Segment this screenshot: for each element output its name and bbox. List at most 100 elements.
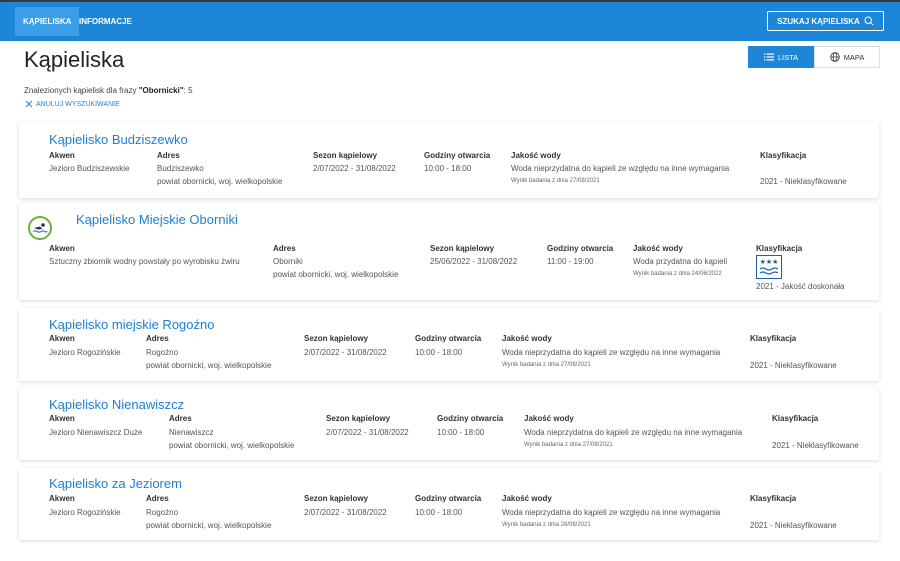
jakosc-label: Jakość wody (633, 244, 683, 253)
list-icon (763, 53, 774, 61)
klasyfikacja-value: 2021 - Nieklasyfikowane (750, 521, 837, 530)
godziny-label: Godziny otwarcia (547, 244, 614, 253)
wynik-badania: Wynik badania z dnia 28/08/2021 (502, 522, 591, 528)
adres-label: Adres (157, 151, 180, 160)
swimmer-icon (28, 216, 52, 240)
adres-label: Adres (169, 414, 192, 423)
akwen-label: Akwen (49, 244, 75, 253)
akwen-label: Akwen (49, 414, 75, 423)
klasyfikacja-label: Klasyfikacja (750, 494, 797, 503)
adres-line2: powiat obornicki, woj. wielkopolskie (273, 270, 399, 279)
godziny-label: Godziny otwarcia (415, 334, 482, 343)
jakosc-value: Woda nieprzydatna do kąpieli ze względu … (524, 428, 743, 437)
view-list-label: LISTA (777, 52, 799, 62)
jakosc-label: Jakość wody (511, 151, 561, 160)
wynik-badania: Wynik badania z dnia 27/08/2021 (511, 178, 600, 184)
card-title[interactable]: Kąpielisko Nienawiszcz (49, 397, 184, 412)
godziny-label: Godziny otwarcia (424, 151, 491, 160)
sezon-label: Sezon kąpielowy (304, 494, 369, 503)
bathing-site-card: Kąpielisko Miejskie Oborniki Akwen Sztuc… (19, 203, 879, 300)
jakosc-value: Woda nieprzydatna do kąpieli ze względu … (511, 164, 730, 173)
adres-label: Adres (273, 244, 296, 253)
cancel-search-link[interactable]: ANULUJ WYSZUKIWANIE (25, 100, 120, 108)
results-info: Znalezionych kąpielisk dla frazy "Oborni… (24, 86, 193, 95)
cancel-search-label: ANULUJ WYSZUKIWANIE (36, 100, 120, 108)
sezon-label: Sezon kąpielowy (326, 414, 391, 423)
sezon-label: Sezon kąpielowy (313, 151, 378, 160)
globe-icon (829, 52, 840, 62)
godziny-value: 10:00 - 18:00 (437, 428, 485, 437)
results-suffix: : 5 (183, 86, 193, 95)
results-prefix: Znalezionych kąpielisk dla frazy (24, 86, 139, 95)
sezon-value: 25/06/2022 - 31/08/2022 (430, 257, 518, 266)
sezon-label: Sezon kąpielowy (430, 244, 495, 253)
adres-line2: powiat obornicki, woj. wielkopolskie (146, 521, 272, 530)
godziny-label: Godziny otwarcia (415, 494, 482, 503)
adres-line1: Budziszewko (157, 164, 204, 173)
sezon-value: 2/07/2022 - 31/08/2022 (304, 508, 387, 517)
sezon-label: Sezon kąpielowy (304, 334, 369, 343)
view-list-button[interactable]: LISTA (748, 46, 814, 68)
akwen-value: Sztuczny zbiornik wodny powstały po wyro… (49, 257, 240, 266)
card-title[interactable]: Kąpielisko miejskie Rogoźno (49, 317, 214, 332)
jakosc-value: Woda nieprzydatna do kąpieli ze względu … (502, 508, 721, 517)
svg-text:★★★: ★★★ (760, 258, 779, 266)
sezon-value: 2/07/2022 - 31/08/2022 (313, 164, 396, 173)
wynik-badania: Wynik badania z dnia 27/08/2021 (524, 442, 613, 448)
view-map-button[interactable]: MAPA (814, 46, 880, 68)
search-button[interactable]: SZUKAJ KĄPIELISKA (767, 11, 884, 31)
klasyfikacja-label: Klasyfikacja (750, 334, 797, 343)
adres-line2: powiat obornicki, woj. wielkopolskie (146, 361, 272, 370)
adres-line2: powiat obornicki, woj. wielkopolskie (169, 441, 295, 450)
klasyfikacja-label: Klasyfikacja (760, 151, 807, 160)
top-nav-bar: KĄPIELISKA INFORMACJE SZUKAJ KĄPIELISKA (0, 0, 900, 41)
wynik-badania: Wynik badania z dnia 27/08/2021 (502, 362, 591, 368)
adres-line1: Nienawiszcz (169, 428, 214, 437)
adres-label: Adres (146, 494, 169, 503)
godziny-label: Godziny otwarcia (437, 414, 504, 423)
wynik-badania: Wynik badania z dnia 24/06/2022 (633, 271, 722, 277)
akwen-label: Akwen (49, 151, 75, 160)
excellent-quality-icon: ★★★ (756, 255, 782, 279)
results-query: "Obornicki" (138, 86, 184, 95)
page-title: Kąpieliska (24, 47, 125, 72)
akwen-label: Akwen (49, 334, 75, 343)
tab-kapieliska[interactable]: KĄPIELISKA (15, 7, 80, 36)
klasyfikacja-value: 2021 - Jakość doskonała (756, 282, 845, 291)
jakosc-label: Jakość wody (502, 334, 552, 343)
card-title[interactable]: Kąpielisko Miejskie Oborniki (76, 212, 238, 227)
bathing-site-card: Kąpielisko Nienawiszcz Akwen Jezioro Nie… (19, 388, 879, 460)
bathing-site-card: Kąpielisko miejskie Rogoźno Akwen Jezior… (19, 308, 879, 381)
sezon-value: 2/07/2022 - 31/08/2022 (326, 428, 409, 437)
adres-line1: Rogoźno (146, 348, 179, 357)
bathing-site-card: Kąpielisko Budziszewko Akwen Jezioro Bud… (19, 122, 879, 198)
close-icon (25, 100, 33, 108)
card-title[interactable]: Kąpielisko za Jeziorem (49, 476, 182, 491)
view-map-label: MAPA (843, 52, 865, 62)
jakosc-value: Woda przydatna do kąpieli (633, 257, 728, 266)
godziny-value: 10:00 - 18:00 (415, 348, 463, 357)
search-icon (864, 16, 874, 26)
akwen-label: Akwen (49, 494, 75, 503)
search-label: SZUKAJ KĄPIELISKA (777, 16, 860, 26)
klasyfikacja-value: 2021 - Nieklasyfikowane (760, 177, 847, 186)
tab-informacje[interactable]: INFORMACJE (71, 7, 140, 36)
adres-label: Adres (146, 334, 169, 343)
adres-line1: Rogoźno (146, 508, 179, 517)
card-title[interactable]: Kąpielisko Budziszewko (49, 132, 188, 147)
godziny-value: 10:00 - 18:00 (424, 164, 472, 173)
akwen-value: Jezioro Rogozińskie (49, 508, 121, 517)
adres-line1: Oborniki (273, 257, 303, 266)
jakosc-label: Jakość wody (524, 414, 574, 423)
klasyfikacja-label: Klasyfikacja (772, 414, 819, 423)
klasyfikacja-value: 2021 - Nieklasyfikowane (772, 441, 859, 450)
akwen-value: Jezioro Nienawiszcz Duże (49, 428, 143, 437)
godziny-value: 11:00 - 19:00 (547, 257, 594, 266)
jakosc-label: Jakość wody (502, 494, 552, 503)
adres-line2: powiat obornicki, woj. wielkopolskie (157, 177, 283, 186)
akwen-value: Jezioro Budziszewskie (49, 164, 130, 173)
sezon-value: 2/07/2022 - 31/08/2022 (304, 348, 387, 357)
klasyfikacja-label: Klasyfikacja (756, 244, 803, 253)
view-toggle: LISTA MAPA (748, 46, 880, 68)
godziny-value: 10:00 - 18:00 (415, 508, 463, 517)
